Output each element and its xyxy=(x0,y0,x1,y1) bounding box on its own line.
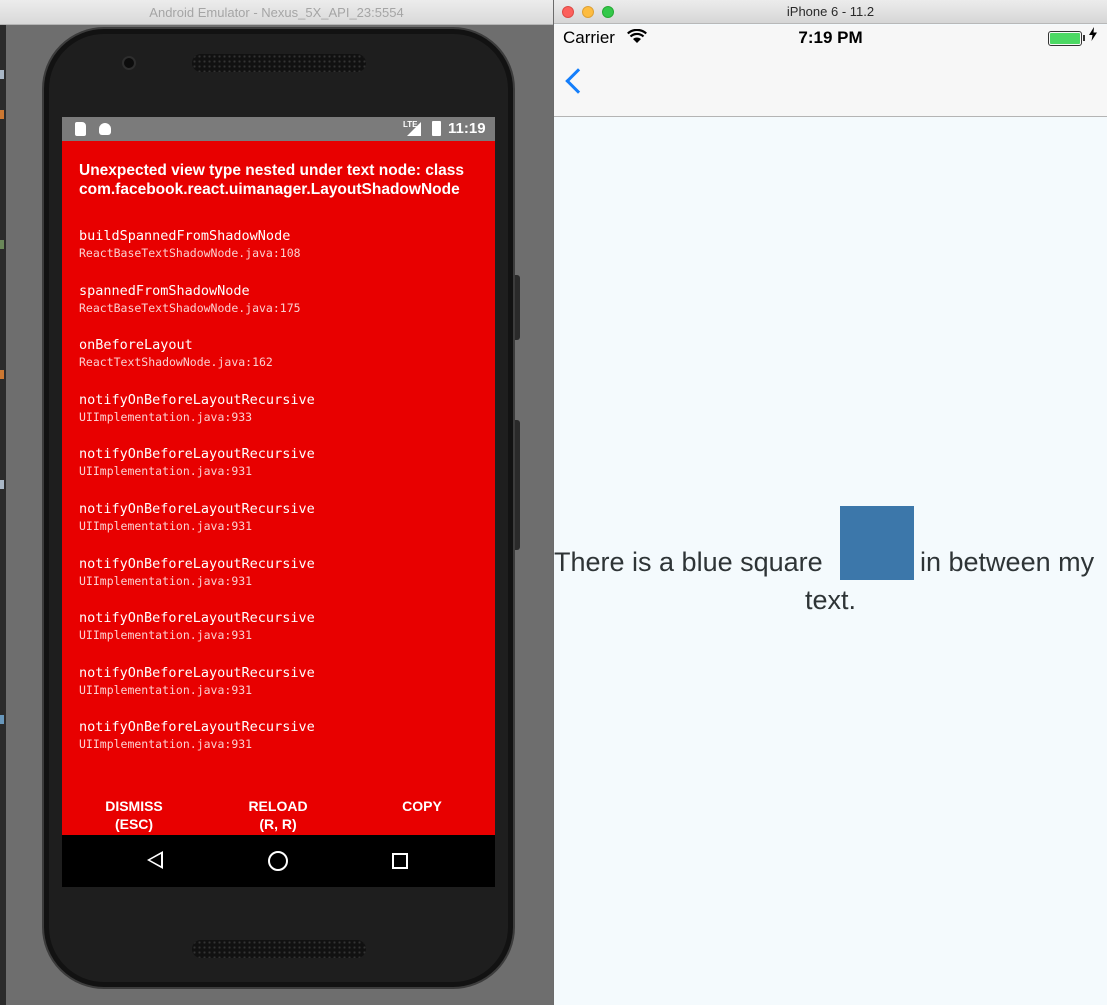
frame-file: UIImplementation.java:931 xyxy=(79,628,253,643)
redbox-error-message: Unexpected view type nested under text n… xyxy=(79,162,465,198)
reload-shortcut: (R, R) xyxy=(259,816,297,832)
frame-method: notifyOnBeforeLayoutRecursive xyxy=(79,446,315,463)
stack-frame[interactable]: buildSpannedFromShadowNode ReactBaseText… xyxy=(79,227,489,282)
editor-text-mark xyxy=(0,110,4,119)
stack-frame[interactable]: notifyOnBeforeLayoutRecursive UIImplemen… xyxy=(79,391,489,446)
frame-method: notifyOnBeforeLayoutRecursive xyxy=(79,664,315,681)
frame-method: onBeforeLayout xyxy=(79,337,193,354)
editor-background-strip xyxy=(0,25,6,1005)
window-maximize-button[interactable] xyxy=(602,6,614,18)
stack-frame[interactable]: notifyOnBeforeLayoutRecursive UIImplemen… xyxy=(79,555,489,610)
blue-square xyxy=(840,506,914,580)
chevron-left-icon[interactable] xyxy=(565,68,591,94)
copy-label: COPY xyxy=(402,798,442,814)
ios-navigation-bar: Carrier 7:19 PM xyxy=(554,25,1107,117)
android-status-bar: LTE 11:19 xyxy=(62,117,495,141)
network-type-label: LTE xyxy=(403,120,418,129)
copy-button[interactable]: COPY xyxy=(372,797,472,815)
battery-tip xyxy=(1083,35,1085,41)
stack-frame[interactable]: spannedFromShadowNode ReactBaseTextShado… xyxy=(79,282,489,337)
stack-frame[interactable]: notifyOnBeforeLayoutRecursive UIImplemen… xyxy=(79,718,489,773)
stack-trace: buildSpannedFromShadowNode ReactBaseText… xyxy=(79,227,489,773)
frame-file: UIImplementation.java:933 xyxy=(79,409,253,424)
reload-label: RELOAD xyxy=(248,798,308,814)
battery-charging-icon xyxy=(432,121,441,136)
android-clock: 11:19 xyxy=(448,120,486,137)
android-screen: LTE 11:19 Unexpected view type nested un… xyxy=(62,117,495,887)
android-emulator-window: Android Emulator - Nexus_5X_API_23:5554 … xyxy=(0,0,553,1005)
stack-frame[interactable]: notifyOnBeforeLayoutRecursive UIImplemen… xyxy=(79,609,489,664)
text-before-square: There is a blue square xyxy=(554,547,823,577)
stack-frame[interactable]: notifyOnBeforeLayoutRecursive UIImplemen… xyxy=(79,500,489,555)
dismiss-button[interactable]: DISMISS (ESC) xyxy=(84,797,184,833)
volume-button[interactable] xyxy=(515,420,520,550)
inline-text-line: There is a blue square in between my xyxy=(554,506,1107,581)
frame-file: ReactTextShadowNode.java:162 xyxy=(79,355,273,370)
bottom-speaker xyxy=(192,940,366,958)
frame-file: UIImplementation.java:931 xyxy=(79,737,253,752)
frame-method: notifyOnBeforeLayoutRecursive xyxy=(79,391,315,408)
frame-method: spannedFromShadowNode xyxy=(79,282,250,299)
android-navigation-bar xyxy=(62,835,495,887)
editor-text-mark xyxy=(0,480,4,489)
window-minimize-button[interactable] xyxy=(582,6,594,18)
earpiece-speaker xyxy=(192,54,366,72)
frame-file: UIImplementation.java:931 xyxy=(79,464,253,479)
ios-clock: 7:19 PM xyxy=(798,28,863,47)
dismiss-label: DISMISS xyxy=(105,798,163,814)
editor-text-mark xyxy=(0,370,4,379)
android-window-title: Android Emulator - Nexus_5X_API_23:5554 xyxy=(0,0,553,25)
charging-bolt-icon xyxy=(1089,27,1097,44)
window-close-button[interactable] xyxy=(562,6,574,18)
frame-file: ReactBaseTextShadowNode.java:108 xyxy=(79,246,301,260)
frame-method: notifyOnBeforeLayoutRecursive xyxy=(79,555,315,572)
back-triangle-icon[interactable] xyxy=(147,851,163,869)
ios-window-title: iPhone 6 - 11.2 xyxy=(786,4,875,19)
text-after-square: in between my xyxy=(920,547,1095,577)
frame-method: notifyOnBeforeLayoutRecursive xyxy=(79,719,315,736)
sd-card-icon xyxy=(75,122,86,136)
editor-text-mark xyxy=(0,70,4,79)
ios-content-area: There is a blue square in between my tex… xyxy=(554,118,1107,1005)
home-circle-icon[interactable] xyxy=(268,851,288,871)
stack-frame[interactable]: onBeforeLayout ReactTextShadowNode.java:… xyxy=(79,336,489,391)
recents-square-icon[interactable] xyxy=(392,853,408,869)
battery-icon xyxy=(1048,31,1082,46)
ios-simulator-window: iPhone 6 - 11.2 Carrier 7:19 PM There is… xyxy=(554,0,1107,1005)
frame-method: notifyOnBeforeLayoutRecursive xyxy=(79,500,315,517)
redbox-button-bar: DISMISS (ESC) RELOAD (R, R) COPY xyxy=(62,797,495,835)
frame-method: buildSpannedFromShadowNode xyxy=(79,228,291,244)
ios-window-titlebar: iPhone 6 - 11.2 xyxy=(554,0,1107,24)
stack-frame[interactable]: notifyOnBeforeLayoutRecursive UIImplemen… xyxy=(79,664,489,719)
dismiss-shortcut: (ESC) xyxy=(114,816,154,832)
frame-file: UIImplementation.java:931 xyxy=(79,682,253,697)
text-end: text. xyxy=(804,585,857,615)
editor-text-mark xyxy=(0,240,4,249)
reload-button[interactable]: RELOAD (R, R) xyxy=(228,797,328,833)
stack-frame[interactable]: notifyOnBeforeLayoutRecursive UIImplemen… xyxy=(79,445,489,500)
front-camera-icon xyxy=(122,56,136,70)
frame-file: UIImplementation.java:931 xyxy=(79,573,253,588)
power-button[interactable] xyxy=(515,275,520,340)
frame-method: notifyOnBeforeLayoutRecursive xyxy=(79,610,315,627)
android-debug-icon xyxy=(99,123,111,135)
frame-file: ReactBaseTextShadowNode.java:175 xyxy=(79,300,301,315)
editor-text-mark xyxy=(0,715,4,724)
frame-file: UIImplementation.java:931 xyxy=(79,518,253,533)
